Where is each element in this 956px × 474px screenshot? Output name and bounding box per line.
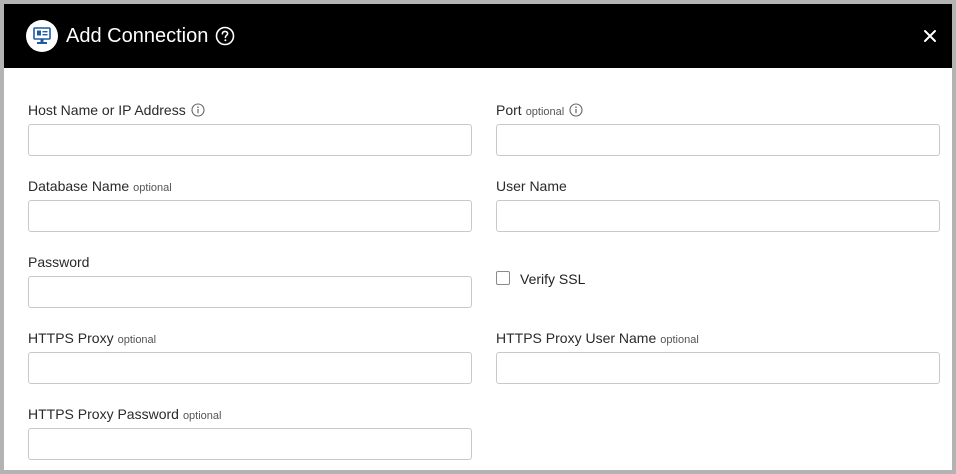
password-input[interactable] (28, 276, 472, 308)
optional-tag: optional (133, 182, 172, 194)
dialog-header: Add Connection (4, 4, 952, 68)
info-circle-icon[interactable] (191, 103, 205, 117)
verify-ssl-label[interactable]: Verify SSL (520, 270, 585, 288)
optional-tag: optional (525, 106, 565, 118)
user-label: User Name (496, 178, 567, 194)
host-input[interactable] (28, 124, 472, 156)
port-input[interactable] (496, 124, 940, 156)
add-connection-dialog: Add Connection Host Name or IP Address P… (0, 0, 956, 474)
user-input[interactable] (496, 200, 940, 232)
info-circle-icon[interactable] (569, 103, 583, 117)
database-label: Database Name optional (28, 178, 172, 194)
optional-tag: optional (182, 410, 222, 422)
verify-ssl-checkbox[interactable] (496, 271, 510, 285)
proxy-label: HTTPS Proxy optional (28, 330, 157, 346)
optional-tag: optional (117, 334, 157, 346)
close-icon[interactable] (922, 28, 938, 44)
optional-tag: optional (660, 334, 699, 346)
proxy-user-input[interactable] (496, 352, 940, 384)
dialog-title: Add Connection (66, 25, 209, 47)
proxy-input[interactable] (28, 352, 472, 384)
host-label: Host Name or IP Address (28, 101, 205, 119)
database-monitor-icon (26, 20, 58, 52)
question-circle-icon[interactable] (215, 26, 235, 46)
password-label: Password (28, 254, 90, 270)
proxy-password-label: HTTPS Proxy Password optional (28, 406, 222, 422)
proxy-user-label: HTTPS Proxy User Name optional (496, 330, 699, 346)
database-input[interactable] (28, 200, 472, 232)
proxy-password-input[interactable] (28, 428, 472, 460)
port-label: Port optional (496, 101, 583, 121)
